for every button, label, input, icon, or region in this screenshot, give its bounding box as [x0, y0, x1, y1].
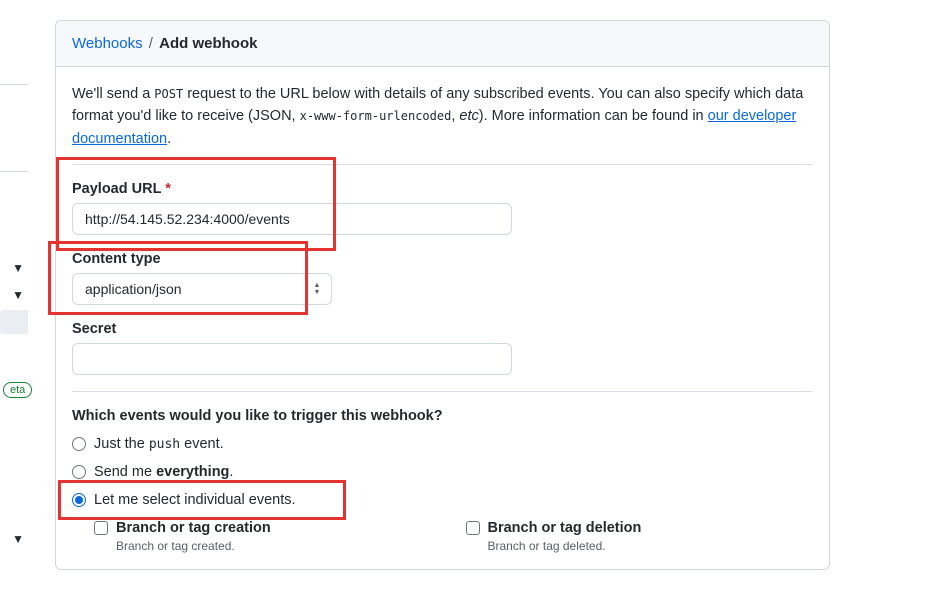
radio-label: Send me everything. — [94, 464, 233, 480]
radio-label: Just the push event. — [94, 436, 224, 452]
intro-text: We'll send a POST request to the URL bel… — [72, 83, 813, 150]
event-options: Branch or tag creation Branch or tag cre… — [94, 520, 813, 553]
event-desc: Branch or tag deleted. — [488, 539, 814, 553]
enc-code: x-www-form-urlencoded — [300, 109, 452, 123]
radio-just-push[interactable]: Just the push event. — [72, 436, 813, 452]
radio-icon — [72, 465, 86, 479]
panel-body: We'll send a POST request to the URL bel… — [56, 67, 829, 569]
breadcrumb-current: Add webhook — [159, 35, 257, 52]
required-star-icon: * — [165, 181, 171, 197]
radio-icon — [72, 437, 86, 451]
radio-label: Let me select individual events. — [94, 492, 296, 508]
chevron-down-icon[interactable]: ▼ — [0, 528, 28, 550]
intro-frag: We'll send a — [72, 86, 154, 102]
divider — [72, 164, 813, 165]
checkbox-branch-create[interactable] — [94, 521, 108, 535]
events-question: Which events would you like to trigger t… — [72, 408, 813, 424]
event-title: Branch or tag deletion — [488, 520, 642, 536]
intro-frag: ). More information can be found in — [479, 108, 708, 124]
radio-icon — [72, 493, 86, 507]
intro-frag: . — [167, 131, 171, 147]
chevron-down-icon[interactable]: ▼ — [0, 284, 28, 306]
event-desc: Branch or tag created. — [116, 539, 442, 553]
event-branch-create: Branch or tag creation Branch or tag cre… — [94, 520, 442, 553]
content-type-group: Content type application/json ▲▼ — [72, 251, 813, 305]
payload-url-group: Payload URL * — [72, 181, 813, 235]
active-nav-row[interactable] — [0, 310, 28, 334]
intro-etc: etc — [459, 108, 478, 124]
payload-url-label: Payload URL * — [72, 181, 813, 197]
beta-badge: eta — [3, 382, 32, 398]
breadcrumb: Webhooks / Add webhook — [56, 21, 829, 67]
gutter-divider — [0, 171, 28, 172]
content-type-label: Content type — [72, 251, 813, 267]
checkbox-branch-delete[interactable] — [466, 521, 480, 535]
gutter-divider — [0, 84, 28, 85]
post-code: POST — [154, 87, 183, 101]
chevron-down-icon[interactable]: ▼ — [0, 257, 28, 279]
radio-everything[interactable]: Send me everything. — [72, 464, 813, 480]
divider — [72, 391, 813, 392]
breadcrumb-sep: / — [143, 35, 160, 52]
webhook-panel: Webhooks / Add webhook We'll send a POST… — [55, 20, 830, 570]
label-text: Payload URL — [72, 181, 161, 197]
event-branch-delete: Branch or tag deletion Branch or tag del… — [466, 520, 814, 553]
breadcrumb-root-link[interactable]: Webhooks — [72, 35, 143, 52]
select-caret-icon: ▲▼ — [307, 278, 327, 300]
secret-group: Secret — [72, 321, 813, 375]
secret-label: Secret — [72, 321, 813, 337]
event-title: Branch or tag creation — [116, 520, 271, 536]
left-gutter: ▼ ▼ eta ▼ — [0, 20, 30, 550]
secret-input[interactable] — [72, 343, 512, 375]
content-type-select[interactable]: application/json ▲▼ — [72, 273, 332, 305]
radio-individual[interactable]: Let me select individual events. — [72, 492, 813, 508]
content-type-value: application/json — [85, 281, 319, 297]
payload-url-input[interactable] — [72, 203, 512, 235]
